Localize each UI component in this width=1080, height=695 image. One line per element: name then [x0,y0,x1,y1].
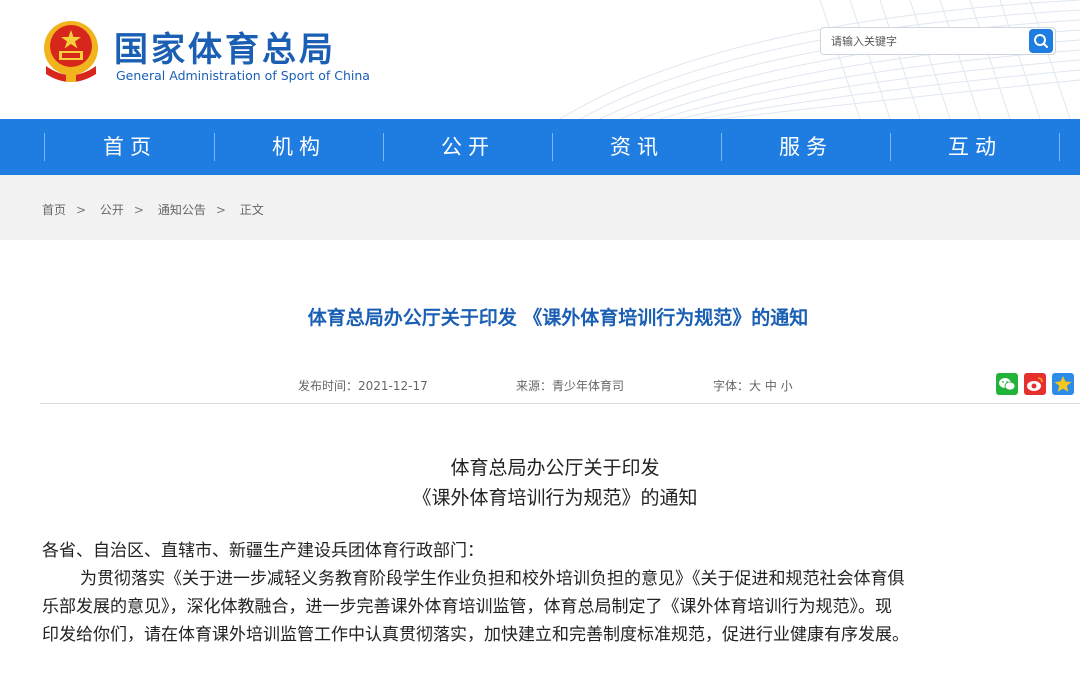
search-button[interactable] [1029,29,1053,53]
header-decoration [559,0,1080,119]
nav-item-public[interactable]: 公开 [384,119,552,175]
site-title-cn[interactable]: 国家体育总局 [114,22,336,71]
breadcrumb-notices[interactable]: 通知公告 [158,203,206,217]
weibo-icon[interactable] [1024,373,1046,395]
article-divider [40,403,1080,404]
breadcrumb-separator: > [76,203,87,217]
breadcrumb: 首页 > 公开 > 通知公告 > 正文 [42,201,270,218]
article-source: 来源：青少年体育司 [516,379,625,393]
body-paragraph-line-2: 乐部发展的意见》，深化体教融合，进一步完善课外体育培训监管，体育总局制定了《课外… [42,597,892,617]
nav-separator [1059,133,1060,161]
national-emblem-logo[interactable] [40,18,102,82]
font-size-selector[interactable]: 字体：大 中 小 [713,377,793,394]
breadcrumb-home[interactable]: 首页 [42,203,66,217]
site-header: 国家体育总局 General Administration of Sport o… [0,0,1080,119]
breadcrumb-current: 正文 [239,203,264,217]
breadcrumb-public[interactable]: 公开 [100,203,124,217]
nav-item-home[interactable]: 首页 [46,119,214,175]
search-icon [1034,34,1048,48]
breadcrumb-separator: > [133,203,144,217]
nav-item-organization[interactable]: 机构 [215,119,383,175]
breadcrumb-bar: 首页 > 公开 > 通知公告 > 正文 [0,175,1080,240]
search-input[interactable] [821,28,1026,54]
nav-separator [44,133,45,161]
publish-time: 发布时间：2021-12-17 [298,379,428,393]
salutation: 各省、自治区、直辖市、新疆生产建设兵团体育行政部门： [42,541,484,561]
wechat-icon[interactable] [996,373,1018,395]
search-box [820,27,1056,55]
body-paragraph-line-3: 印发给你们，请在体育课外培训监管工作中认真贯彻落实，加快建立和完善制度标准规范，… [42,625,909,645]
qzone-icon[interactable] [1052,373,1074,395]
body-paragraph-line-1: 为贯彻落实《关于进一步减轻义务教育阶段学生作业负担和校外培训负担的意见》《关于促… [80,569,905,589]
nav-item-news[interactable]: 资讯 [553,119,721,175]
article-title: 体育总局办公厅关于印发 《课外体育培训行为规范》的通知 [307,307,809,329]
site-title-en: General Administration of Sport of China [116,68,370,83]
nav-item-interaction[interactable]: 互动 [891,119,1059,175]
document-title-line-2: 《课外体育培训行为规范》的通知 [412,487,698,509]
document-title-line-1: 体育总局办公厅关于印发 [450,457,660,479]
nav-item-services[interactable]: 服务 [722,119,890,175]
breadcrumb-separator: > [215,203,226,217]
main-nav: 首页 机构 公开 资讯 服务 互动 [0,119,1080,175]
